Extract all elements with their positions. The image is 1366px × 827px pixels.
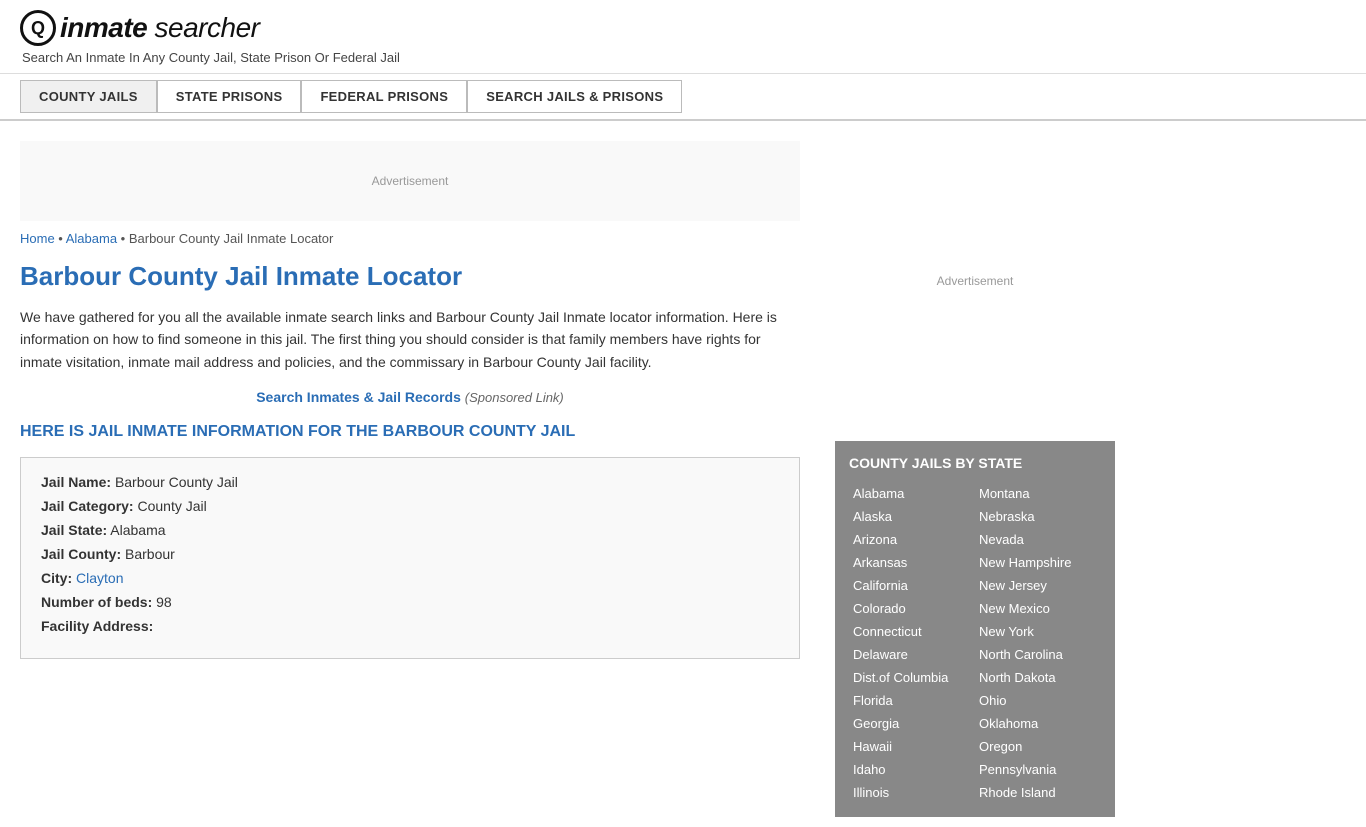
city-row: City: Clayton — [41, 570, 779, 586]
page-title: Barbour County Jail Inmate Locator — [20, 261, 800, 292]
logo-text: inmate searcher — [60, 12, 259, 44]
state-link[interactable]: Colorado — [849, 598, 975, 619]
sidebar-ad: Advertisement — [835, 131, 1115, 431]
state-link[interactable]: Georgia — [849, 713, 975, 734]
nav-state-prisons[interactable]: STATE PRISONS — [157, 80, 302, 113]
sponsored-link-area: Search Inmates & Jail Records (Sponsored… — [20, 389, 800, 405]
jail-name-row: Jail Name: Barbour County Jail — [41, 474, 779, 490]
breadcrumb-state[interactable]: Alabama — [66, 231, 117, 246]
beds-label: Number of beds: — [41, 594, 152, 610]
state-box-title: COUNTY JAILS BY STATE — [849, 455, 1101, 471]
breadcrumb-home[interactable]: Home — [20, 231, 55, 246]
address-row: Facility Address: — [41, 618, 779, 634]
jail-county-label: Jail County: — [41, 546, 121, 562]
jail-category-label: Jail Category: — [41, 498, 134, 514]
logo-icon: Q — [20, 10, 56, 46]
state-link[interactable]: Oregon — [975, 736, 1101, 757]
jail-name-label: Jail Name: — [41, 474, 111, 490]
section-heading: HERE IS JAIL INMATE INFORMATION FOR THE … — [20, 423, 800, 441]
state-link[interactable]: Idaho — [849, 759, 975, 780]
jail-state-value: Alabama — [110, 522, 165, 538]
state-link[interactable]: Nebraska — [975, 506, 1101, 527]
site-header: Q inmate searcher Search An Inmate In An… — [0, 0, 1366, 74]
state-link[interactable]: North Carolina — [975, 644, 1101, 665]
state-link[interactable]: California — [849, 575, 975, 596]
state-link[interactable]: Hawaii — [849, 736, 975, 757]
state-link[interactable]: Connecticut — [849, 621, 975, 642]
state-link[interactable]: Illinois — [849, 782, 975, 803]
state-link[interactable]: Florida — [849, 690, 975, 711]
jail-county-value: Barbour — [125, 546, 175, 562]
nav-federal-prisons[interactable]: FEDERAL PRISONS — [301, 80, 467, 113]
state-col-left: AlabamaAlaskaArizonaArkansasCaliforniaCo… — [849, 483, 975, 803]
state-link[interactable]: Montana — [975, 483, 1101, 504]
jail-info-box: Jail Name: Barbour County Jail Jail Cate… — [20, 457, 800, 659]
city-value: Clayton — [76, 570, 123, 586]
state-link[interactable]: New Hampshire — [975, 552, 1101, 573]
state-col-right: MontanaNebraskaNevadaNew HampshireNew Je… — [975, 483, 1101, 803]
nav-bar: COUNTY JAILS STATE PRISONS FEDERAL PRISO… — [0, 74, 1366, 121]
state-link[interactable]: Arizona — [849, 529, 975, 550]
state-columns: AlabamaAlaskaArizonaArkansasCaliforniaCo… — [849, 483, 1101, 803]
state-link[interactable]: New York — [975, 621, 1101, 642]
jail-county-row: Jail County: Barbour — [41, 546, 779, 562]
state-link[interactable]: Arkansas — [849, 552, 975, 573]
state-link[interactable]: New Jersey — [975, 575, 1101, 596]
state-link[interactable]: Rhode Island — [975, 782, 1101, 803]
page-layout: Advertisement Home • Alabama • Barbour C… — [0, 121, 1366, 827]
main-content: Advertisement Home • Alabama • Barbour C… — [0, 121, 820, 827]
jail-category-row: Jail Category: County Jail — [41, 498, 779, 514]
address-label: Facility Address: — [41, 618, 153, 634]
sidebar-ad-label: Advertisement — [937, 274, 1014, 288]
state-link[interactable]: New Mexico — [975, 598, 1101, 619]
state-link[interactable]: Pennsylvania — [975, 759, 1101, 780]
logo-q: Q — [31, 18, 45, 39]
state-link[interactable]: North Dakota — [975, 667, 1101, 688]
state-link[interactable]: Ohio — [975, 690, 1101, 711]
jail-name-value: Barbour County Jail — [115, 474, 238, 490]
ad-banner-top: Advertisement — [20, 141, 800, 221]
description-text: We have gathered for you all the availab… — [20, 306, 800, 373]
breadcrumb: Home • Alabama • Barbour County Jail Inm… — [20, 231, 800, 246]
jail-state-row: Jail State: Alabama — [41, 522, 779, 538]
state-link[interactable]: Dist.of Columbia — [849, 667, 975, 688]
jail-state-label: Jail State: — [41, 522, 107, 538]
tagline: Search An Inmate In Any County Jail, Sta… — [22, 50, 1346, 65]
state-link[interactable]: Nevada — [975, 529, 1101, 550]
beds-row: Number of beds: 98 — [41, 594, 779, 610]
logo-area: Q inmate searcher — [20, 10, 1346, 46]
state-link[interactable]: Delaware — [849, 644, 975, 665]
nav-county-jails[interactable]: COUNTY JAILS — [20, 80, 157, 113]
sponsored-label: (Sponsored Link) — [465, 390, 564, 405]
state-link[interactable]: Alaska — [849, 506, 975, 527]
state-link[interactable]: Alabama — [849, 483, 975, 504]
breadcrumb-current: Barbour County Jail Inmate Locator — [129, 231, 334, 246]
city-label: City: — [41, 570, 72, 586]
state-box: COUNTY JAILS BY STATE AlabamaAlaskaArizo… — [835, 441, 1115, 817]
sidebar: Advertisement COUNTY JAILS BY STATE Alab… — [820, 121, 1130, 827]
jail-category-value: County Jail — [137, 498, 206, 514]
nav-search-jails[interactable]: SEARCH JAILS & PRISONS — [467, 80, 682, 113]
sponsored-link[interactable]: Search Inmates & Jail Records — [256, 389, 461, 405]
ad-label-top: Advertisement — [372, 174, 449, 188]
state-link[interactable]: Oklahoma — [975, 713, 1101, 734]
beds-value: 98 — [156, 594, 172, 610]
